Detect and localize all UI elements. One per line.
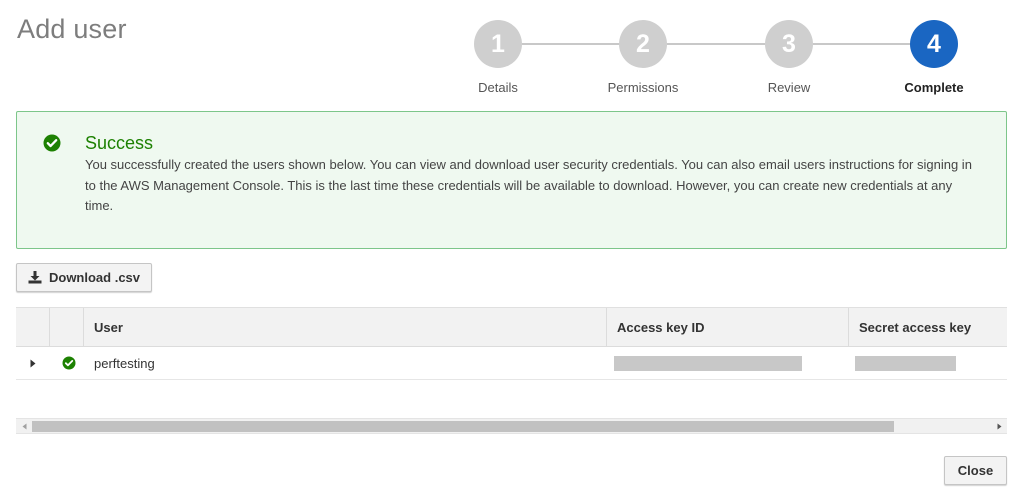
expand-row-toggle[interactable] xyxy=(30,347,42,379)
scrollbar-thumb[interactable] xyxy=(32,421,894,432)
wizard-connector xyxy=(813,43,911,45)
column-header-secret-access-key[interactable]: Secret access key xyxy=(848,308,971,347)
wizard-steps: 1 2 3 4 Details Permissions Review Compl… xyxy=(0,0,1024,100)
secret-access-key-redacted xyxy=(855,356,956,371)
step-3-circle: 3 xyxy=(765,20,813,68)
download-icon xyxy=(28,271,49,284)
row-status xyxy=(62,347,76,379)
success-alert: Success You successfully created the use… xyxy=(16,111,1007,249)
horizontal-scrollbar[interactable] xyxy=(16,418,1007,434)
scroll-right-arrow[interactable] xyxy=(991,419,1007,433)
row-user-name: perftesting xyxy=(94,355,155,371)
step-1-circle: 1 xyxy=(474,20,522,68)
check-circle-icon xyxy=(43,134,61,152)
wizard-connector xyxy=(667,43,765,45)
wizard-connector xyxy=(522,43,620,45)
step-2-circle: 2 xyxy=(619,20,667,68)
credentials-table: User Access key ID Secret access key per… xyxy=(16,307,1007,380)
column-header-access-key-id[interactable]: Access key ID xyxy=(606,308,704,347)
alert-message: You successfully created the users shown… xyxy=(85,157,972,213)
caret-right-icon xyxy=(30,359,36,368)
check-circle-icon xyxy=(62,356,76,370)
step-1-label: Details xyxy=(478,80,518,95)
column-divider xyxy=(49,308,50,347)
column-header-user[interactable]: User xyxy=(83,308,123,347)
download-csv-label: Download .csv xyxy=(48,270,141,285)
table-header: User Access key ID Secret access key xyxy=(16,307,1007,347)
step-4-label: Complete xyxy=(904,80,964,95)
download-csv-button[interactable]: Download .csv xyxy=(16,263,152,292)
close-button[interactable]: Close xyxy=(944,456,1007,485)
step-3-label: Review xyxy=(767,80,811,95)
step-2-label: Permissions xyxy=(607,80,679,95)
step-4-circle: 4 xyxy=(910,20,958,68)
access-key-id-redacted xyxy=(614,356,802,371)
scroll-left-arrow[interactable] xyxy=(16,419,32,433)
alert-title: Success xyxy=(85,133,154,153)
